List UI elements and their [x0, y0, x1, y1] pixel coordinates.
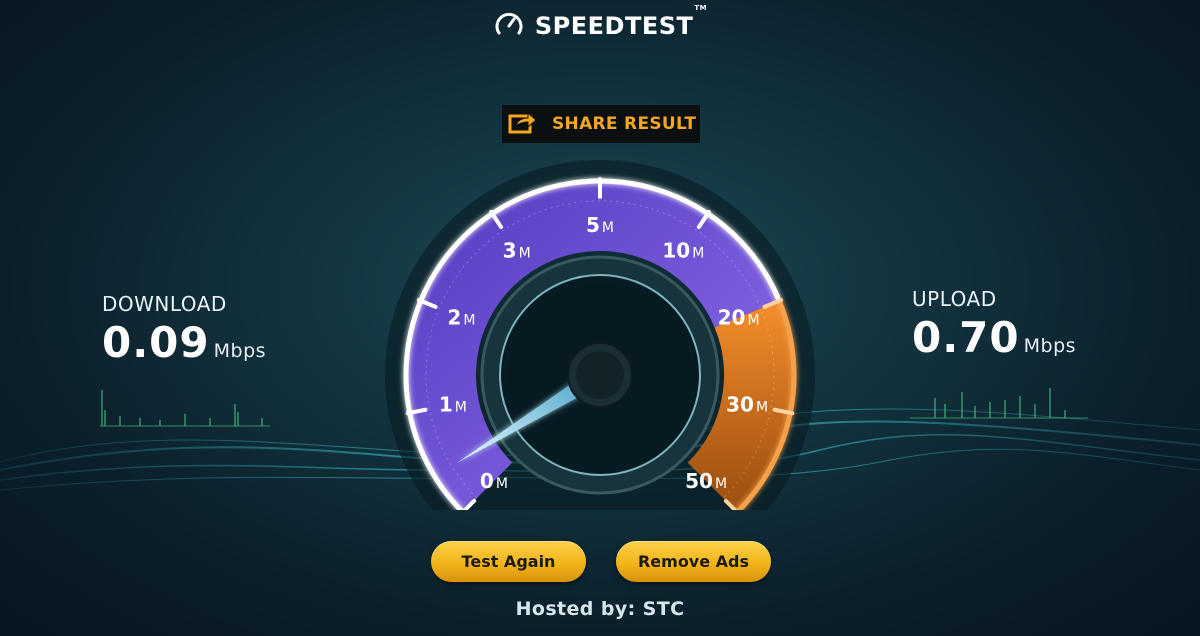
speed-gauge: 0 M1 M2 M3 M5 M10 M20 M30 M50 M — [385, 160, 815, 510]
download-sparkline — [100, 390, 270, 427]
gauge-tick-number: 3 — [503, 238, 517, 262]
gauge-tick-number: 30 — [726, 392, 754, 416]
gauge-tick-unit: M — [715, 476, 727, 492]
gauge-tick-unit: M — [747, 313, 759, 329]
needle-hub-inner — [576, 351, 624, 399]
download-panel: DOWNLOAD 0.09 Mbps — [102, 292, 266, 367]
gauge-tick-number: 5 — [586, 213, 600, 237]
upload-value: 0.70 — [912, 313, 1020, 362]
gauge-tick-unit: M — [455, 399, 467, 415]
gauge-tick-number: 50 — [685, 469, 713, 493]
test-again-button[interactable]: Test Again — [431, 541, 586, 582]
gauge-tick-number: 1 — [439, 392, 453, 416]
download-value: 0.09 — [102, 318, 210, 367]
download-unit: Mbps — [213, 340, 267, 362]
remove-ads-button[interactable]: Remove Ads — [616, 541, 771, 582]
gauge-tick-number: 20 — [718, 306, 746, 330]
upload-unit: Mbps — [1023, 335, 1077, 357]
hosted-by-label: Hosted by: STC — [515, 598, 685, 620]
gauge-tick-unit: M — [756, 399, 768, 415]
gauge-tick-unit: M — [519, 245, 531, 261]
gauge-tick-unit: M — [463, 313, 475, 329]
gauge-tick-unit: M — [692, 245, 704, 261]
gauge-tick-unit: M — [602, 220, 614, 236]
download-label: DOWNLOAD — [102, 292, 227, 316]
upload-panel: UPLOAD 0.70 Mbps — [912, 287, 1076, 362]
gauge-tick-unit: M — [496, 476, 508, 492]
gauge-tick-number: 2 — [447, 306, 461, 330]
gauge-tick-number: 0 — [480, 469, 494, 493]
gauge-tick-number: 10 — [662, 238, 690, 262]
upload-label: UPLOAD — [912, 287, 997, 311]
